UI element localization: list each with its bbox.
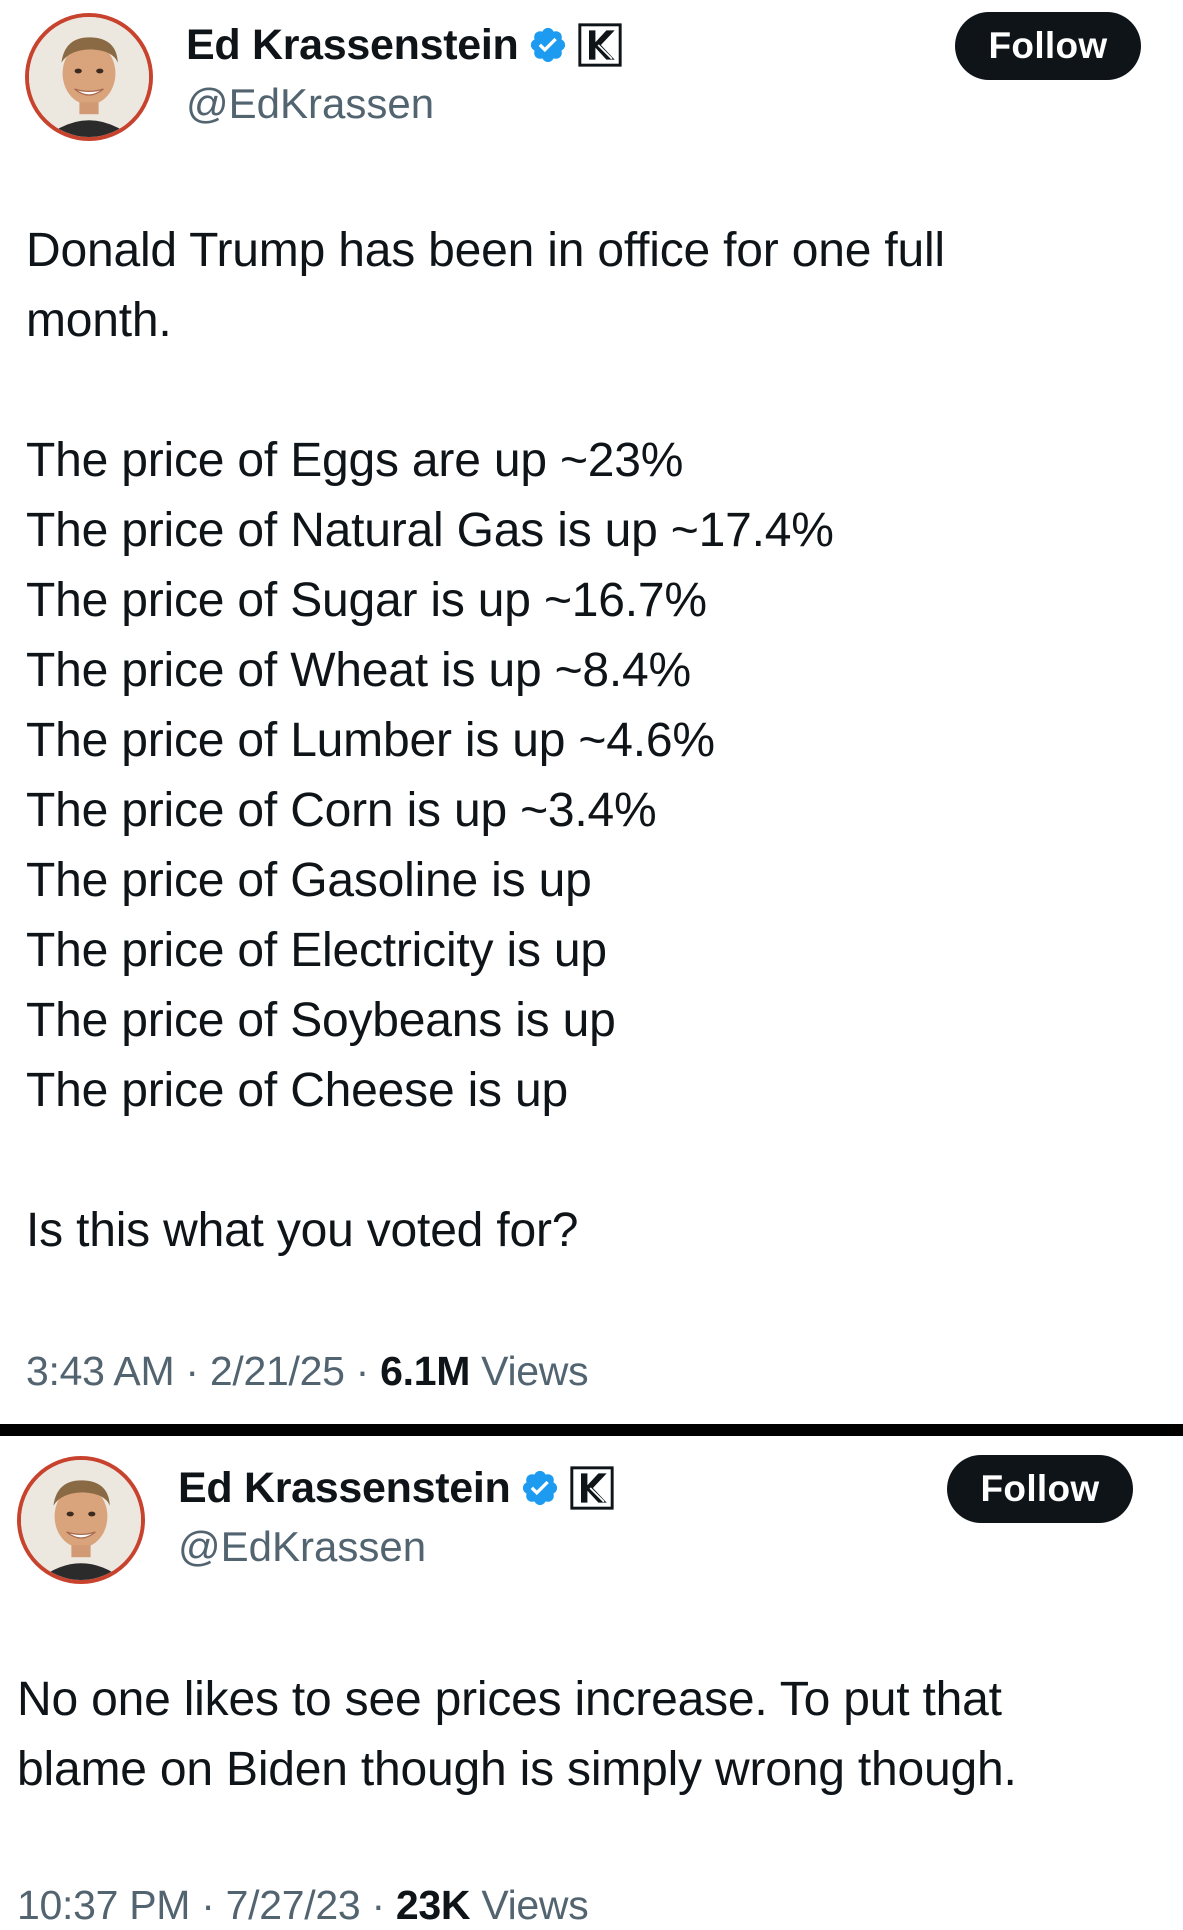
tweet-time[interactable]: 10:37 PM (17, 1882, 190, 1928)
tweet-text-line: Donald Trump has been in office for one … (26, 224, 945, 277)
views-label: Views (481, 1882, 589, 1928)
author-display-name[interactable]: Ed Krassenstein (178, 1464, 511, 1513)
price-item: The price of Cheese is up (26, 1064, 568, 1117)
meta-separator: · (355, 1348, 370, 1394)
tweet-body: No one likes to see prices increase. To … (17, 1665, 1017, 1805)
price-item: The price of Soybeans is up (26, 994, 616, 1047)
tweet-body: Donald Trump has been in office for one … (26, 216, 945, 1266)
author-handle[interactable]: @EdKrassen (178, 1523, 426, 1571)
profile-photo-icon (21, 1460, 141, 1580)
tweet-text-line: blame on Biden though is simply wrong th… (17, 1743, 1017, 1796)
tweet-time[interactable]: 3:43 AM (26, 1348, 175, 1394)
meta-separator: · (185, 1348, 199, 1394)
price-item: The price of Gasoline is up (26, 854, 592, 907)
views-label: Views (481, 1348, 589, 1394)
screenshot-divider (0, 1424, 1183, 1436)
tweet-meta: 10:37 PM · 7/27/23 · 23K Views (17, 1882, 589, 1929)
tweet-text-line: month. (26, 294, 172, 347)
author-display-name[interactable]: Ed Krassenstein (186, 21, 519, 70)
verified-badge-icon[interactable] (528, 25, 568, 65)
tweet-closing-line: Is this what you voted for? (26, 1204, 579, 1257)
price-item: The price of Eggs are up ~23% (26, 434, 684, 487)
tweet-card-1: Ed Krassenstein @EdKrassen Follow Donald… (0, 0, 1183, 1424)
views-count[interactable]: 23K (396, 1882, 471, 1928)
profile-photo-icon (29, 17, 149, 137)
author-handle[interactable]: @EdKrassen (186, 80, 434, 128)
author-name-row: Ed Krassenstein (178, 1463, 615, 1513)
views-count[interactable]: 6.1M (380, 1348, 470, 1394)
verified-badge-icon[interactable] (520, 1468, 560, 1508)
tweet-text-line: No one likes to see prices increase. To … (17, 1673, 1002, 1726)
k-affiliate-badge-icon[interactable] (578, 23, 623, 67)
author-name-row: Ed Krassenstein (186, 20, 623, 70)
price-item: The price of Corn is up ~3.4% (26, 784, 657, 837)
k-affiliate-badge-icon[interactable] (570, 1466, 615, 1510)
tweet-card-2: Ed Krassenstein @EdKrassen Follow No one… (0, 1436, 1183, 1930)
price-item: The price of Electricity is up (26, 924, 607, 977)
author-avatar[interactable] (17, 1456, 145, 1584)
tweet-meta: 3:43 AM · 2/21/25 · 6.1M Views (26, 1348, 589, 1395)
price-item: The price of Sugar is up ~16.7% (26, 574, 707, 627)
meta-separator: · (371, 1882, 385, 1928)
tweet-date[interactable]: 7/27/23 (226, 1882, 361, 1928)
author-avatar[interactable] (25, 13, 153, 141)
price-item: The price of Natural Gas is up ~17.4% (26, 504, 834, 557)
tweet-date[interactable]: 2/21/25 (210, 1348, 345, 1394)
follow-button[interactable]: Follow (955, 12, 1141, 80)
follow-button[interactable]: Follow (947, 1455, 1133, 1523)
price-item: The price of Wheat is up ~8.4% (26, 644, 692, 697)
price-item: The price of Lumber is up ~4.6% (26, 714, 715, 767)
meta-separator: · (201, 1882, 215, 1928)
